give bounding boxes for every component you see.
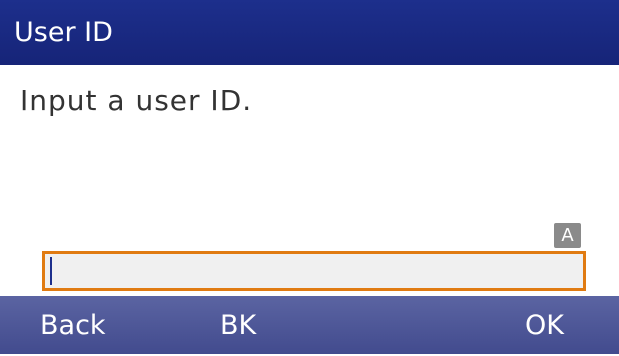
input-mode-badge: A: [554, 223, 581, 248]
softkey-bar: Back BK OK: [0, 296, 619, 354]
phone-screen: User ID Input a user ID. A Back BK OK: [0, 0, 619, 354]
screen-title: User ID: [14, 17, 113, 48]
title-bar: User ID: [0, 0, 619, 65]
user-id-input[interactable]: [42, 251, 586, 291]
text-cursor: [50, 257, 52, 285]
backspace-softkey[interactable]: BK: [220, 296, 256, 354]
instruction-text: Input a user ID.: [20, 84, 253, 117]
ok-softkey[interactable]: OK: [525, 296, 564, 354]
back-softkey[interactable]: Back: [40, 296, 106, 354]
